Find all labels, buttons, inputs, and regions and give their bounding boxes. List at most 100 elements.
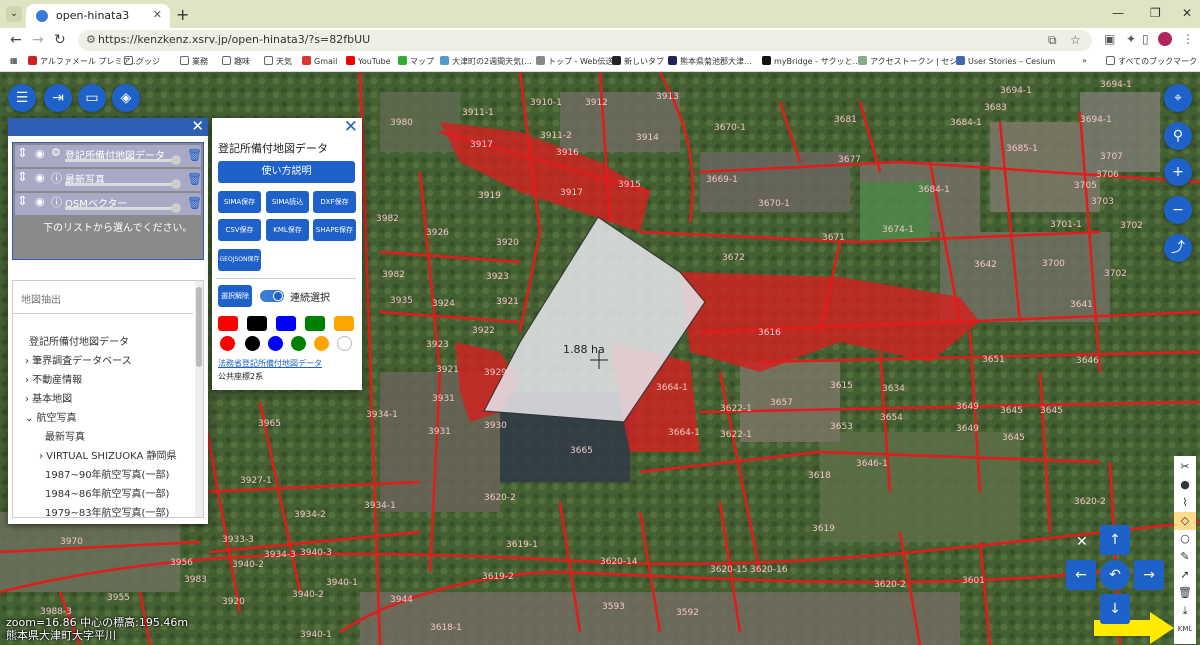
back-icon[interactable]: ← xyxy=(10,32,22,48)
bookmark-item[interactable]: 大津町の2週間天気(... xyxy=(440,56,532,67)
toggle-knob[interactable] xyxy=(273,291,283,301)
deselect-button[interactable]: 選択解除 xyxy=(218,285,252,307)
polygon-icon[interactable]: ◇ xyxy=(1174,512,1196,530)
select-icon[interactable]: ➚ xyxy=(1174,566,1196,584)
map-view[interactable]: 3980 3911-1 3910-1 3912 3913 3917 3911-2 3914 39… xyxy=(0,72,1200,645)
pad-close-icon[interactable]: ✕ xyxy=(1076,534,1088,550)
sima-save-button[interactable]: SIMA保存 xyxy=(218,191,261,213)
side-panel-icon[interactable]: ▯ xyxy=(1142,32,1149,46)
slider-knob[interactable] xyxy=(171,155,181,165)
data-panel-close-icon[interactable]: ✕ xyxy=(344,117,358,137)
menu-icon[interactable]: ⋮ xyxy=(1182,32,1194,46)
color-dot[interactable] xyxy=(291,336,306,351)
tree-item[interactable]: ⌄ 航空写真 xyxy=(25,409,77,424)
minimize-icon[interactable]: — xyxy=(1112,6,1124,20)
drag-handle-icon[interactable]: ⇕ xyxy=(17,146,28,161)
eye-icon[interactable]: ◉ xyxy=(35,195,45,208)
bookmark-item[interactable]: 新しいタブ xyxy=(612,56,664,67)
bookmark-item[interactable]: マップ xyxy=(398,56,434,67)
tab-close-icon[interactable]: ✕ xyxy=(153,8,162,21)
tab-search-icon[interactable]: ⌄ xyxy=(6,6,22,22)
scroll-thumb[interactable] xyxy=(196,287,202,367)
dxf-save-button[interactable]: DXF保存 xyxy=(313,191,356,213)
color-dot[interactable] xyxy=(268,336,283,351)
new-tab-icon[interactable]: + xyxy=(176,5,189,24)
layer-row[interactable]: ⇕ ◉ ⚙ 登記所備付地図データ 🗑 xyxy=(15,145,202,167)
scrollbar[interactable] xyxy=(195,281,203,517)
apps-icon[interactable]: ▦ xyxy=(10,56,18,65)
bookmark-item[interactable]: 趣味 xyxy=(222,56,250,67)
color-dot[interactable] xyxy=(220,336,235,351)
profile-ext-icon[interactable]: ▣ xyxy=(1104,32,1115,46)
pin-button[interactable]: ⚲ xyxy=(1164,122,1192,150)
circle-icon[interactable]: ○ xyxy=(1174,530,1196,548)
color-dot[interactable] xyxy=(245,336,260,351)
bookmark-star-icon[interactable]: ☆ xyxy=(1070,33,1081,47)
gear-icon[interactable]: ⚙ xyxy=(51,146,61,159)
bookmark-item[interactable]: 業務 xyxy=(180,56,208,67)
kml-download-icon[interactable]: KML xyxy=(1174,620,1196,638)
opacity-slider[interactable] xyxy=(65,159,175,162)
freehand-icon[interactable]: ✎ xyxy=(1174,548,1196,566)
avatar[interactable] xyxy=(1158,32,1172,46)
restore-icon[interactable]: ❐ xyxy=(1150,6,1161,20)
browser-tab[interactable]: open-hinata3 ✕ xyxy=(26,4,170,28)
pan-left-button[interactable]: ← xyxy=(1066,560,1096,590)
info-icon[interactable]: ⓘ xyxy=(51,170,62,186)
location-button[interactable]: ⌖ xyxy=(1164,84,1192,112)
color-dot[interactable] xyxy=(337,336,352,351)
extensions-icon[interactable]: ✦ xyxy=(1126,32,1136,46)
line-icon[interactable]: ⌇ xyxy=(1174,494,1196,512)
reload-icon[interactable]: ↻ xyxy=(54,32,66,48)
color-dot[interactable] xyxy=(314,336,329,351)
bookmark-item[interactable]: YouTube xyxy=(346,56,391,66)
bookmark-item[interactable]: 熊本県菊池郡大津... xyxy=(668,56,752,67)
pan-right-button[interactable]: → xyxy=(1134,560,1164,590)
drag-handle-icon[interactable]: ⇕ xyxy=(17,194,28,209)
color-swatch[interactable] xyxy=(276,316,296,331)
install-icon[interactable]: ⧉ xyxy=(1048,33,1057,48)
pan-down-button[interactable]: ↓ xyxy=(1100,594,1130,624)
address-bar[interactable]: ⚙ https://kenzkenz.xsrv.jp/open-hinata3/… xyxy=(78,30,1092,51)
layer-row[interactable]: ⇕ ◉ ⓘ 最新写真 🗑 xyxy=(15,169,202,191)
tree-item[interactable]: 1979~83年航空写真(一部) xyxy=(45,504,169,519)
forward-icon[interactable]: → xyxy=(32,32,44,48)
all-bookmarks[interactable]: すべてのブックマーク xyxy=(1106,56,1197,67)
csv-save-button[interactable]: CSV保存 xyxy=(218,219,261,241)
bookmark-item[interactable]: myBridge - サクッと... xyxy=(762,56,860,67)
trash-icon[interactable]: 🗑 xyxy=(187,196,202,210)
tree-item[interactable]: 登記所備付地図データ xyxy=(29,333,129,348)
menu-button[interactable]: ☰ xyxy=(8,84,36,112)
opacity-slider[interactable] xyxy=(65,183,175,186)
tree-item[interactable]: 1987~90年航空写真(一部) xyxy=(45,466,169,481)
color-swatch[interactable] xyxy=(334,316,354,331)
trash-icon[interactable]: 🗑 xyxy=(187,172,202,186)
bookmark-item[interactable]: 天気 xyxy=(264,56,292,67)
slider-knob[interactable] xyxy=(171,203,181,213)
window-close-icon[interactable]: ✕ xyxy=(1182,6,1192,20)
tree-item[interactable]: › 不動産情報 xyxy=(25,371,82,386)
bookmark-item[interactable]: Gmail xyxy=(302,56,337,66)
drag-handle-icon[interactable]: ⇕ xyxy=(17,170,28,185)
sima-load-button[interactable]: SIMA読込 xyxy=(266,191,309,213)
layers-button[interactable]: ◈ xyxy=(112,84,140,112)
rotate-reset-button[interactable]: ↶ xyxy=(1100,560,1130,590)
color-swatch[interactable] xyxy=(305,316,325,331)
login-button[interactable]: ⇥ xyxy=(44,84,72,112)
shape-save-button[interactable]: SHAPE保存 xyxy=(313,219,356,241)
tree-item[interactable]: 1984~86年航空写真(一部) xyxy=(45,485,169,500)
bookmark-item[interactable]: アルファメール プレミア... xyxy=(28,56,138,67)
delete-icon[interactable]: 🗑 xyxy=(1174,584,1196,602)
site-info-icon[interactable]: ⚙ xyxy=(86,33,96,46)
screen-button[interactable]: ▭ xyxy=(78,84,106,112)
geojson-save-button[interactable]: GEOJSON保存 xyxy=(218,249,261,271)
eye-icon[interactable]: ◉ xyxy=(35,147,45,160)
tree-item[interactable]: › VIRTUAL SHIZUOKA 静岡県 xyxy=(39,447,176,462)
info-icon[interactable]: ⓘ xyxy=(51,194,62,210)
point-icon[interactable]: ● xyxy=(1174,476,1196,494)
eye-icon[interactable]: ◉ xyxy=(35,171,45,184)
color-swatch[interactable] xyxy=(247,316,267,331)
tree-item[interactable]: 最新写真 xyxy=(45,428,85,443)
layer-row[interactable]: ⇕ ◉ ⓘ OSMベクター 🗑 xyxy=(15,193,202,215)
kml-save-button[interactable]: KML保存 xyxy=(266,219,309,241)
